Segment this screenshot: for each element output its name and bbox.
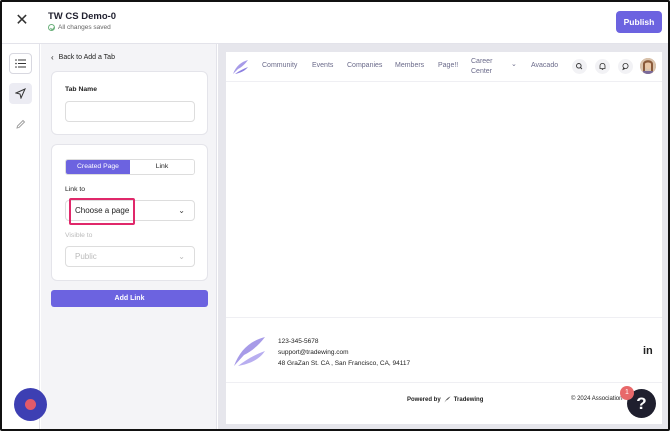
back-link[interactable]: ‹ Back to Add a Tab	[51, 53, 115, 62]
footer-phone: 123-345-5678	[278, 338, 319, 345]
footer-divider	[226, 382, 662, 383]
copyright: © 2024 Association	[571, 396, 623, 402]
powered-by: Powered by Tradewing	[407, 396, 483, 403]
visible-to-value: Public	[75, 252, 97, 261]
app-window: ✕ TW CS Demo-0 All changes saved Publish…	[0, 0, 670, 431]
footer-logo	[234, 337, 265, 366]
editor-panel: ‹ Back to Add a Tab Tab Name Created Pag…	[41, 44, 217, 429]
created-page-option[interactable]: Created Page	[66, 160, 130, 174]
nav-item-members[interactable]: Members	[395, 62, 424, 69]
site-logo	[233, 60, 248, 74]
tab-name-input[interactable]	[65, 101, 195, 122]
linkedin-icon[interactable]: in	[643, 345, 653, 357]
tab-name-label: Tab Name	[65, 86, 97, 93]
avatar[interactable]	[640, 58, 656, 74]
record-dot-icon	[25, 399, 36, 410]
chat-icon[interactable]	[618, 59, 633, 74]
site-footer: 123-345-5678 support@tradewing.com 48 Gr…	[226, 317, 662, 424]
visible-to-select[interactable]: Public ⌄	[65, 246, 195, 267]
footer-address: 48 GraZan St. CA , San Francisco, CA, 94…	[278, 360, 411, 367]
link-type-toggle: Created Page Link	[65, 159, 195, 175]
nav-item-companies[interactable]: Companies	[347, 62, 382, 69]
site-nav: Community Events Companies Members Page!…	[226, 52, 662, 82]
save-status-text: All changes saved	[58, 24, 111, 31]
nav-item-page[interactable]: Page!!	[438, 62, 458, 69]
page-title: TW CS Demo-0	[48, 11, 117, 22]
top-bar: ✕ TW CS Demo-0 All changes saved Publish	[2, 2, 668, 44]
send-icon[interactable]	[9, 83, 32, 104]
help-badge: 1	[620, 386, 634, 400]
add-link-button[interactable]: Add Link	[51, 290, 208, 307]
career-line-2: Center	[471, 68, 493, 75]
visible-to-label: Visible to	[65, 232, 93, 239]
chevron-left-icon: ‹	[51, 53, 54, 62]
record-button[interactable]	[14, 388, 47, 421]
back-link-label: Back to Add a Tab	[58, 54, 115, 61]
nav-item-avacado[interactable]: Avacado	[531, 62, 558, 69]
link-option[interactable]: Link	[130, 160, 194, 174]
close-icon[interactable]: ✕	[14, 13, 30, 29]
check-circle-icon	[48, 24, 55, 31]
link-settings-card: Created Page Link Link to Choose a page …	[51, 144, 208, 281]
footer-email[interactable]: support@tradewing.com	[278, 349, 349, 356]
tab-name-card: Tab Name	[51, 71, 208, 135]
nav-item-career-center[interactable]: Career Center	[471, 57, 492, 77]
nav-item-events[interactable]: Events	[312, 62, 333, 69]
chevron-down-icon: ⌄	[178, 252, 185, 261]
link-to-label: Link to	[65, 186, 86, 193]
tradewing-logo-icon	[444, 396, 451, 403]
site-preview: Community Events Companies Members Page!…	[226, 52, 662, 424]
pencil-icon[interactable]	[9, 114, 32, 135]
nav-item-community[interactable]: Community	[262, 62, 297, 69]
save-status: All changes saved	[48, 24, 111, 31]
career-line-1: Career	[471, 58, 493, 65]
chevron-down-icon[interactable]: ⌄	[511, 60, 517, 68]
chevron-down-icon: ⌄	[178, 206, 185, 215]
highlight-box	[69, 198, 135, 225]
left-rail	[2, 44, 40, 429]
powered-by-label: Powered by	[407, 396, 441, 403]
search-icon[interactable]	[572, 59, 587, 74]
publish-button[interactable]: Publish	[616, 11, 662, 33]
bell-icon[interactable]	[595, 59, 610, 74]
tradewing-brand[interactable]: Tradewing	[454, 397, 484, 403]
list-icon[interactable]	[9, 53, 32, 74]
